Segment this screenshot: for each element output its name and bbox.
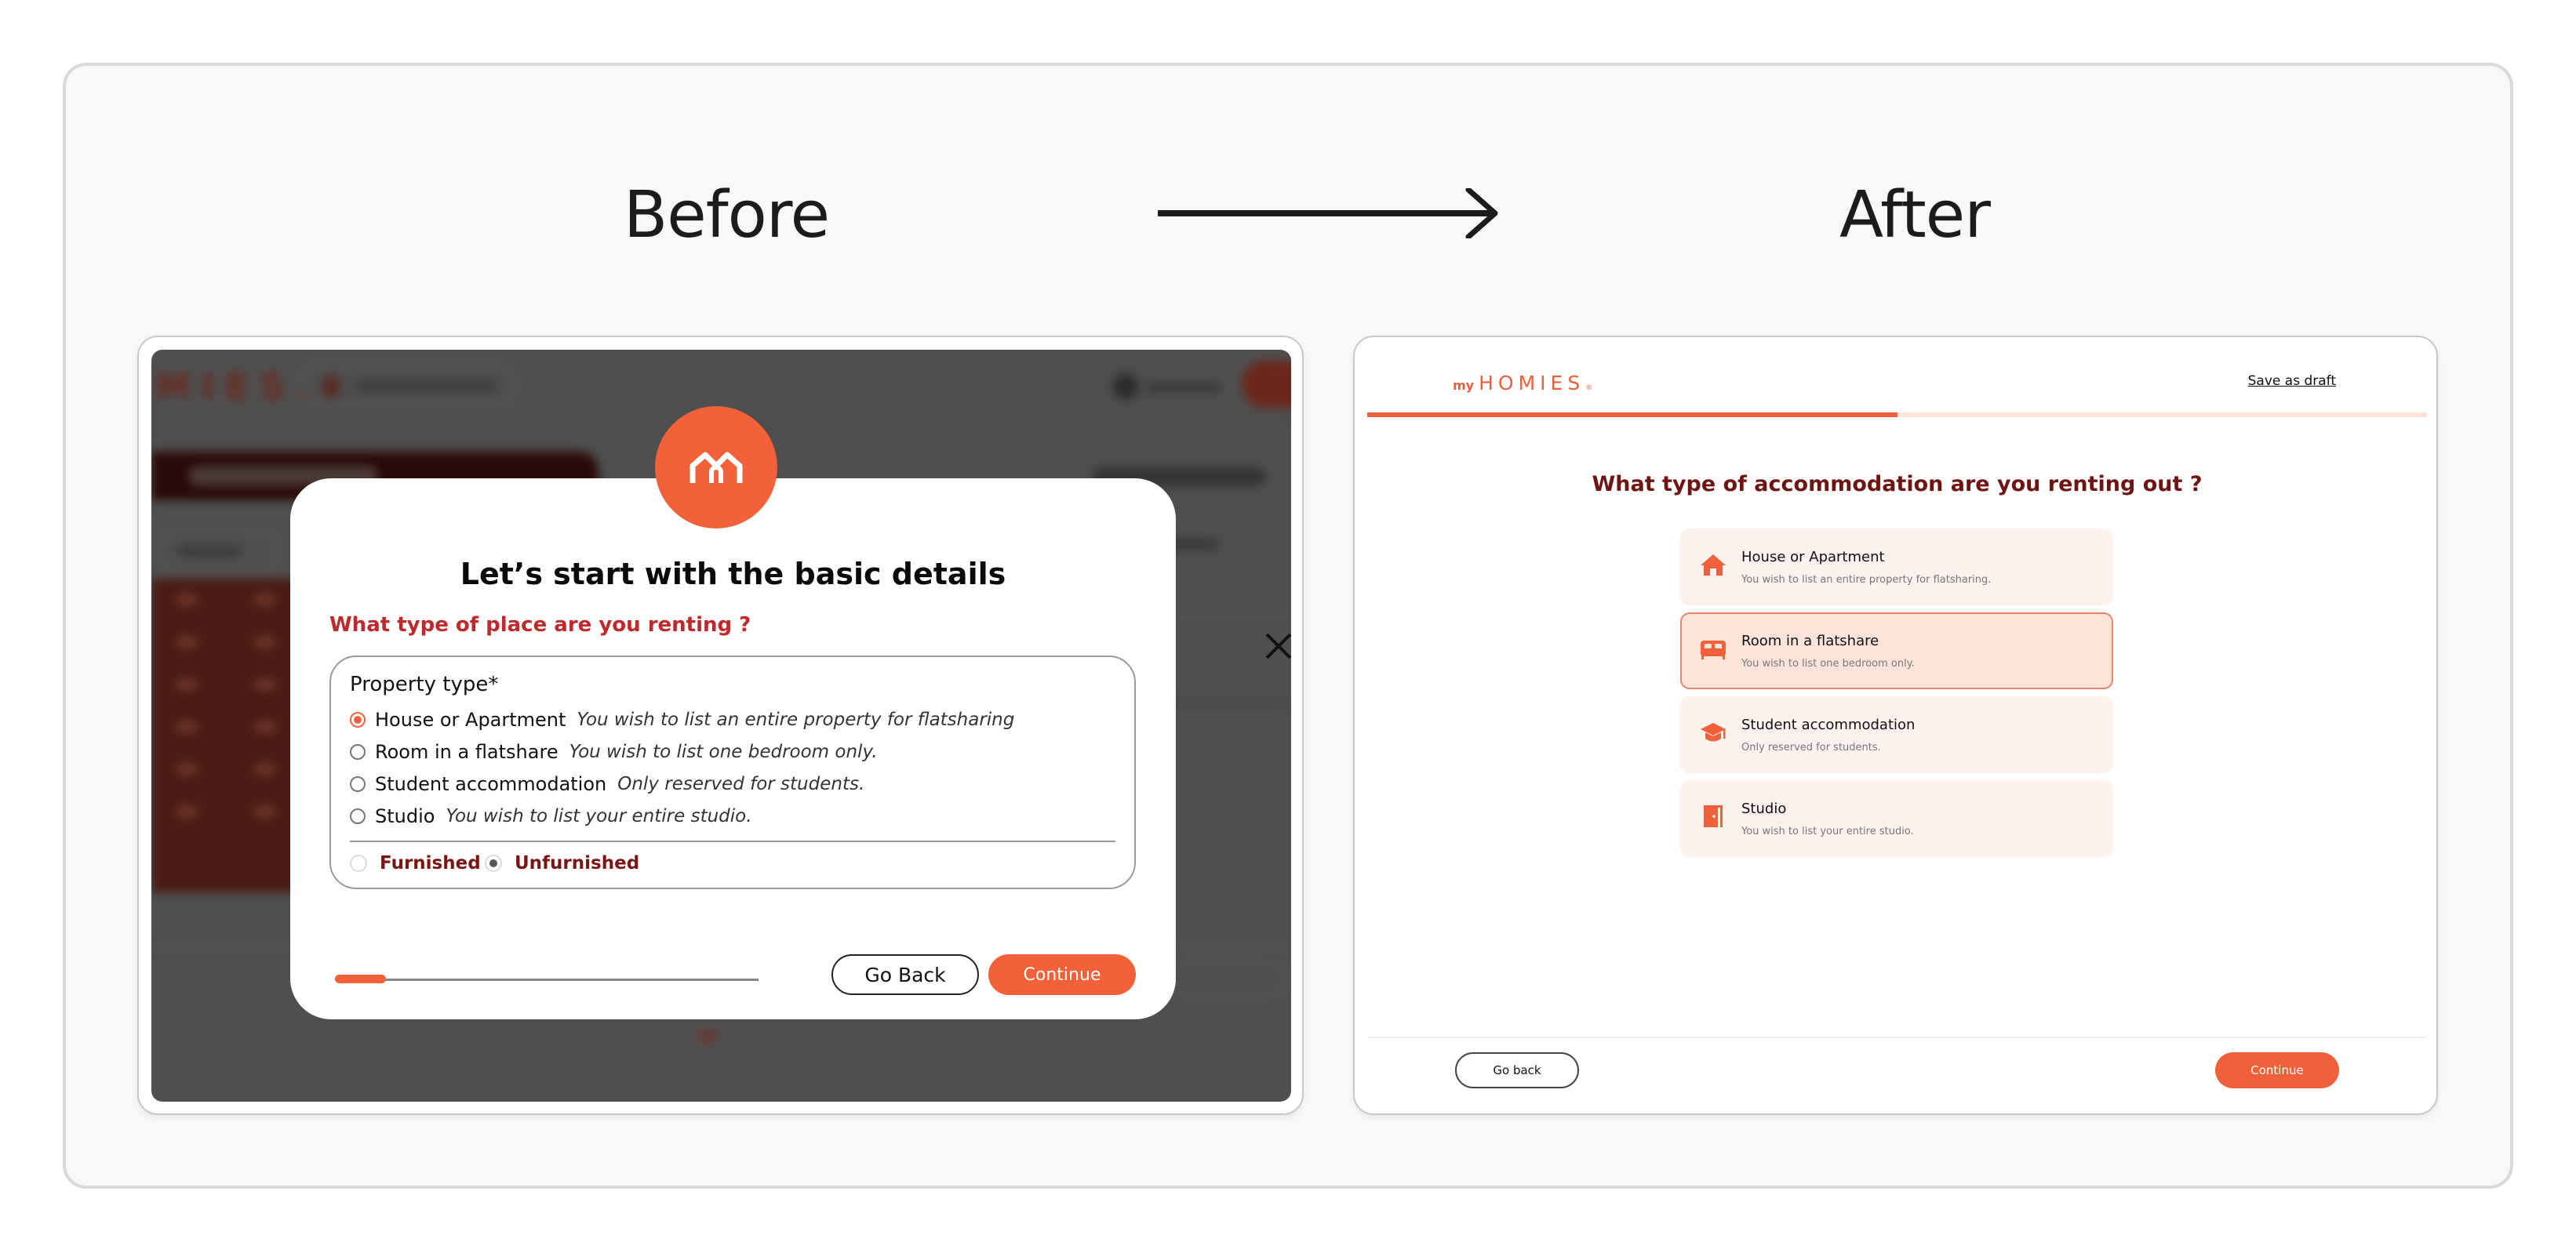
before-heading: Before [624,178,830,252]
option-label: Student accommodation [375,773,607,795]
radio-button[interactable] [485,855,502,872]
background-table-cell [253,720,277,734]
option-label: House or Apartment [375,709,566,731]
after-panel: my HOMIES ® Save as draft What type of a… [1353,336,2438,1115]
property-option-student[interactable]: Student accommodation Only reserved for … [350,770,864,798]
footer-divider [1367,1037,2427,1038]
background-logo: MIES. [156,367,320,407]
homies-logo-icon [689,452,743,483]
option-card-studio[interactable]: Studio You wish to list your entire stud… [1680,780,2113,857]
graduation-cap-icon [1701,723,1726,742]
property-option-house[interactable]: House or Apartment You wish to list an e… [350,706,1014,734]
background-table-cell [175,720,198,734]
option-title: Room in a flatshare [1741,633,1879,649]
place-type-question: What type of place are you renting ? [329,613,751,637]
background-header-button [1242,361,1291,408]
after-heading: After [1839,178,1991,252]
option-description: You wish to list your entire studio. [1741,826,1914,837]
background-filter-text [178,547,241,555]
background-table-cell [253,635,277,649]
chevron-down-icon [697,1029,719,1045]
furnished-label: Furnished [380,853,481,873]
option-description: Only reserved for students. [617,774,865,794]
accommodation-question: What type of accommodation are you renti… [1592,472,2203,496]
go-back-button[interactable]: Go Back [831,954,979,995]
property-option-room[interactable]: Room in a flatshare You wish to list one… [350,738,878,766]
furnished-option[interactable]: Furnished [350,853,481,873]
background-button [1163,961,1289,996]
background-table-cell [253,762,277,776]
option-description: You wish to list an entire property for … [577,710,1015,730]
modal-progress-fill [335,975,386,983]
fieldset-divider [350,841,1115,842]
property-type-fieldset: Property type* House or Apartment You wi… [329,656,1136,889]
radio-button[interactable] [350,808,366,824]
logo-registered-mark: ® [1586,383,1592,391]
save-as-draft-link[interactable]: Save as draft [2248,373,2336,389]
background-table-cell [175,762,198,776]
property-type-label: Property type* [350,673,499,696]
logo-wordmark: HOMIES [1479,372,1585,394]
option-card-room[interactable]: Room in a flatshare You wish to list one… [1680,612,2113,689]
arrow-right-icon [1158,188,1498,238]
close-icon [1265,633,1291,659]
option-card-student[interactable]: Student accommodation Only reserved for … [1680,696,2113,773]
house-icon [1701,554,1726,576]
background-table-cell [175,804,198,819]
continue-button[interactable]: Continue [2215,1052,2339,1088]
option-card-house[interactable]: House or Apartment You wish to list an e… [1680,528,2113,605]
radio-button[interactable] [350,855,367,872]
continue-button[interactable]: Continue [988,954,1136,995]
background-table-cell [175,677,198,692]
modal-progress-track [335,979,759,981]
myhomies-logo[interactable]: my HOMIES ® [1453,372,1592,394]
modal-title: Let’s start with the basic details [460,557,1006,591]
option-title: House or Apartment [1741,549,1885,565]
option-title: Student accommodation [1741,717,1916,733]
background-table-cell [253,804,277,819]
close-button[interactable] [1264,632,1291,660]
background-table-cell [253,593,277,607]
radio-button[interactable] [350,776,366,792]
unfurnished-option[interactable]: Unfurnished [485,853,639,873]
background-search-text [355,381,497,390]
option-description: You wish to list an entire property for … [1741,574,1992,586]
brand-logo-badge [655,406,777,528]
option-description: Only reserved for students. [1741,742,1881,754]
background-table-cell [253,677,277,692]
option-label: Studio [375,805,435,827]
basic-details-modal: Let’s start with the basic details What … [290,478,1291,1019]
background-table-cell [175,635,198,649]
radio-button[interactable] [350,744,366,760]
option-description: You wish to list your entire studio. [446,806,752,826]
option-description: You wish to list one bedroom only. [569,742,878,762]
go-back-button[interactable]: Go back [1455,1052,1579,1088]
logo-prefix: my [1453,378,1475,393]
option-description: You wish to list one bedroom only. [1741,658,1915,670]
unfurnished-label: Unfurnished [515,853,640,873]
blurred-background-page: MIES. Let’s start with the basic details… [151,350,1291,1102]
property-option-studio[interactable]: Studio You wish to list your entire stud… [350,802,752,830]
option-label: Room in a flatshare [375,741,558,763]
background-search-icon [322,375,340,398]
background-table-cell [175,593,198,607]
before-panel: MIES. Let’s start with the basic details… [137,336,1304,1115]
radio-button[interactable] [350,712,366,728]
progress-fill [1367,412,1897,417]
option-title: Studio [1741,801,1787,817]
background-username [1146,383,1221,392]
background-avatar [1112,373,1139,400]
bed-icon [1701,641,1726,659]
door-icon [1704,805,1723,827]
